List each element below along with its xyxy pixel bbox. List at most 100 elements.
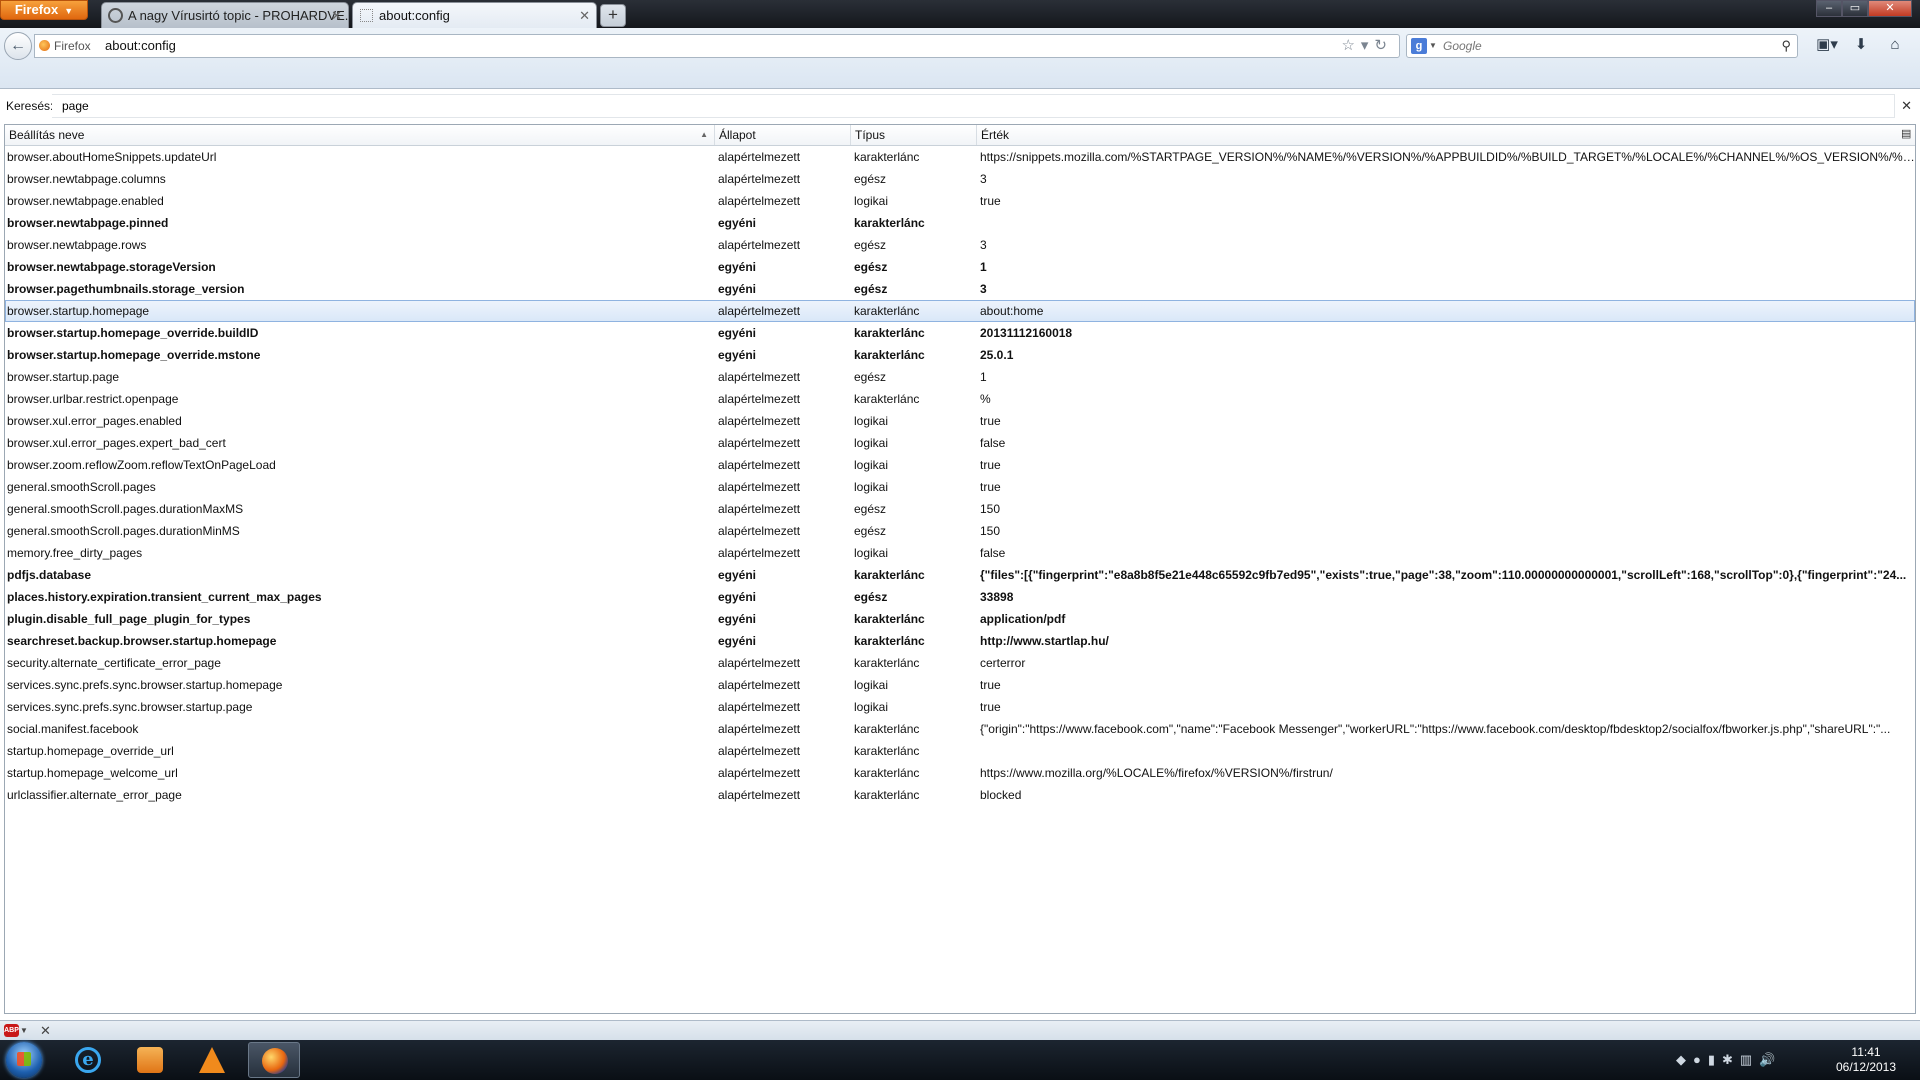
table-row[interactable]: general.smoothScroll.pages.durationMinMS… [5, 520, 1915, 542]
table-row[interactable]: browser.zoom.reflowZoom.reflowTextOnPage… [5, 454, 1915, 476]
search-bar[interactable]: g ▼ Google ⚲ [1406, 34, 1798, 58]
pref-name: browser.startup.homepage_override.mstone [7, 348, 261, 362]
table-row[interactable]: browser.newtabpage.storageVersion egyéni e… [5, 256, 1915, 278]
table-row[interactable]: startup.homepage_override_url alapértelme… [5, 740, 1915, 762]
table-row[interactable]: services.sync.prefs.sync.browser.startup… [5, 674, 1915, 696]
pref-type: egész [854, 282, 888, 296]
pref-value: 3 [980, 282, 987, 296]
tab-about-config[interactable]: about:config ✕ [352, 2, 597, 28]
pref-type: karakterlánc [854, 304, 920, 318]
pref-value: 20131112160018 [980, 326, 1073, 340]
back-button[interactable]: ← [4, 32, 32, 60]
column-header-type[interactable]: Típus [851, 125, 977, 145]
close-window-button[interactable]: ✕ [1868, 0, 1912, 17]
table-row[interactable]: browser.urlbar.restrict.openpage alapérte… [5, 388, 1915, 410]
pref-name: plugin.disable_full_page_plugin_for_type… [7, 612, 251, 626]
pref-name: browser.urlbar.restrict.openpage [7, 392, 179, 406]
minimize-button[interactable]: ‒ [1816, 0, 1842, 17]
start-button[interactable] [6, 1042, 42, 1078]
table-row[interactable]: urlclassifier.alternate_error_page alapér… [5, 784, 1915, 806]
google-engine-icon[interactable]: g [1411, 38, 1427, 54]
pref-value: true [980, 700, 1001, 714]
table-row[interactable]: browser.xul.error_pages.expert_bad_cert a… [5, 432, 1915, 454]
taskbar-firefox[interactable] [248, 1042, 300, 1078]
identity-label: Firefox [54, 39, 91, 53]
table-row[interactable]: places.history.expiration.transient_curr… [5, 586, 1915, 608]
adblock-plus-icon[interactable]: ABP [4, 1024, 19, 1037]
table-row[interactable]: services.sync.prefs.sync.browser.startup… [5, 696, 1915, 718]
table-row[interactable]: browser.aboutHomeSnippets.updateUrl alapé… [5, 146, 1915, 168]
table-row[interactable]: browser.xul.error_pages.enabled alapértel… [5, 410, 1915, 432]
taskbar-internet-explorer[interactable]: e [62, 1042, 114, 1078]
pref-status: alapértelmezett [718, 172, 801, 186]
pref-status: alapértelmezett [718, 700, 801, 714]
search-input[interactable]: Google [1443, 35, 1482, 57]
tab-close-icon[interactable]: ✕ [579, 3, 590, 28]
pref-value: % [980, 392, 991, 406]
table-row[interactable]: browser.startup.homepage alapértelmezett k… [5, 300, 1915, 322]
chevron-down-icon: ▼ [64, 6, 74, 16]
taskbar-media-player[interactable] [124, 1042, 176, 1078]
table-row[interactable]: browser.newtabpage.pinned egyéni karakterl… [5, 212, 1915, 234]
table-row[interactable]: browser.startup.page alapértelmezett egész… [5, 366, 1915, 388]
pref-type: egész [854, 370, 887, 384]
tab-prohardver[interactable]: A nagy Vírusirtó topic - PROHARDVE... ✕ [101, 2, 349, 28]
pref-name: browser.startup.homepage [7, 304, 150, 318]
pref-name: security.alternate_certificate_error_pag… [7, 656, 221, 670]
preferences-tree[interactable]: Beállítás neve ▲ Állapot Típus Érték ▤ br… [4, 124, 1916, 1014]
system-tray[interactable]: ◆●▮✱▥🔊 [1676, 1040, 1782, 1080]
home-icon[interactable]: ⌂ [1878, 34, 1912, 56]
table-row[interactable]: general.smoothScroll.pages alapértelmezet… [5, 476, 1915, 498]
pref-status: alapértelmezett [718, 392, 801, 406]
table-row[interactable]: security.alternate_certificate_error_pag… [5, 652, 1915, 674]
table-row[interactable]: browser.newtabpage.rows alapértelmezett eg… [5, 234, 1915, 256]
pref-name: general.smoothScroll.pages [7, 480, 156, 494]
tab-title: A nagy Vírusirtó topic - PROHARDVE... [128, 8, 349, 23]
taskbar-vlc[interactable] [186, 1042, 238, 1078]
table-row[interactable]: memory.free_dirty_pages alapértelmezett lo… [5, 542, 1915, 564]
site-identity-button[interactable]: Firefox [39, 35, 91, 57]
filter-input[interactable] [52, 94, 1895, 118]
windows-logo-icon [17, 1052, 31, 1066]
pref-value: true [980, 480, 1001, 494]
table-row[interactable]: social.manifest.facebook alapértelmezett k… [5, 718, 1915, 740]
close-addon-bar-icon[interactable]: ✕ [40, 1021, 51, 1041]
table-row[interactable]: browser.newtabpage.enabled alapértelmezet… [5, 190, 1915, 212]
firefox-menu-button[interactable]: Firefox ▼ [0, 0, 88, 20]
table-row[interactable]: browser.startup.homepage_override.buildI… [5, 322, 1915, 344]
table-row[interactable]: browser.startup.homepage_override.mstone… [5, 344, 1915, 366]
taskbar-clock[interactable]: 11:41 06/12/2013 [1820, 1045, 1912, 1075]
bookmarks-menu-icon[interactable]: ▣▾ [1810, 34, 1844, 56]
table-row[interactable]: browser.newtabpage.columns alapértelmezet… [5, 168, 1915, 190]
pref-type: karakterlánc [854, 612, 925, 626]
prohardver-favicon-icon [108, 8, 123, 23]
pref-type: karakterlánc [854, 348, 925, 362]
url-text[interactable]: about:config [105, 35, 176, 57]
downloads-icon[interactable]: ⬇ [1844, 34, 1878, 56]
table-row[interactable]: pdfjs.database egyéni karakterlánc {"files"… [5, 564, 1915, 586]
table-row[interactable]: browser.pagethumbnails.storage_version eg… [5, 278, 1915, 300]
table-row[interactable]: startup.homepage_welcome_url alapértelmez… [5, 762, 1915, 784]
column-header-name[interactable]: Beállítás neve ▲ [5, 125, 715, 145]
tab-close-icon[interactable]: ✕ [331, 3, 342, 28]
table-row[interactable]: searchreset.backup.browser.startup.homep… [5, 630, 1915, 652]
clear-filter-icon[interactable]: ✕ [1901, 94, 1912, 118]
url-bar[interactable]: Firefox about:config ☆▾↻ [34, 34, 1400, 58]
chevron-down-icon[interactable]: ▼ [1429, 35, 1437, 57]
table-row[interactable]: general.smoothScroll.pages.durationMaxMS… [5, 498, 1915, 520]
chevron-down-icon[interactable]: ▼ [20, 1021, 28, 1041]
bookmark-star-reload-icon[interactable]: ☆▾↻ [1341, 35, 1393, 57]
pref-value: true [980, 194, 1001, 208]
column-picker-icon[interactable]: ▤ [1901, 128, 1913, 140]
pref-name: browser.newtabpage.pinned [7, 216, 169, 230]
pref-status: alapértelmezett [718, 414, 801, 428]
column-header-value[interactable]: Érték [977, 125, 1895, 145]
magnifier-icon[interactable]: ⚲ [1781, 35, 1791, 57]
maximize-button[interactable]: ▭ [1842, 0, 1868, 17]
pref-name: searchreset.backup.browser.startup.homep… [7, 634, 277, 648]
new-tab-button[interactable]: + [600, 4, 626, 27]
pref-name: memory.free_dirty_pages [7, 546, 143, 560]
tree-header: Beállítás neve ▲ Állapot Típus Érték ▤ [5, 125, 1915, 146]
column-header-status[interactable]: Állapot [715, 125, 851, 145]
table-row[interactable]: plugin.disable_full_page_plugin_for_type… [5, 608, 1915, 630]
